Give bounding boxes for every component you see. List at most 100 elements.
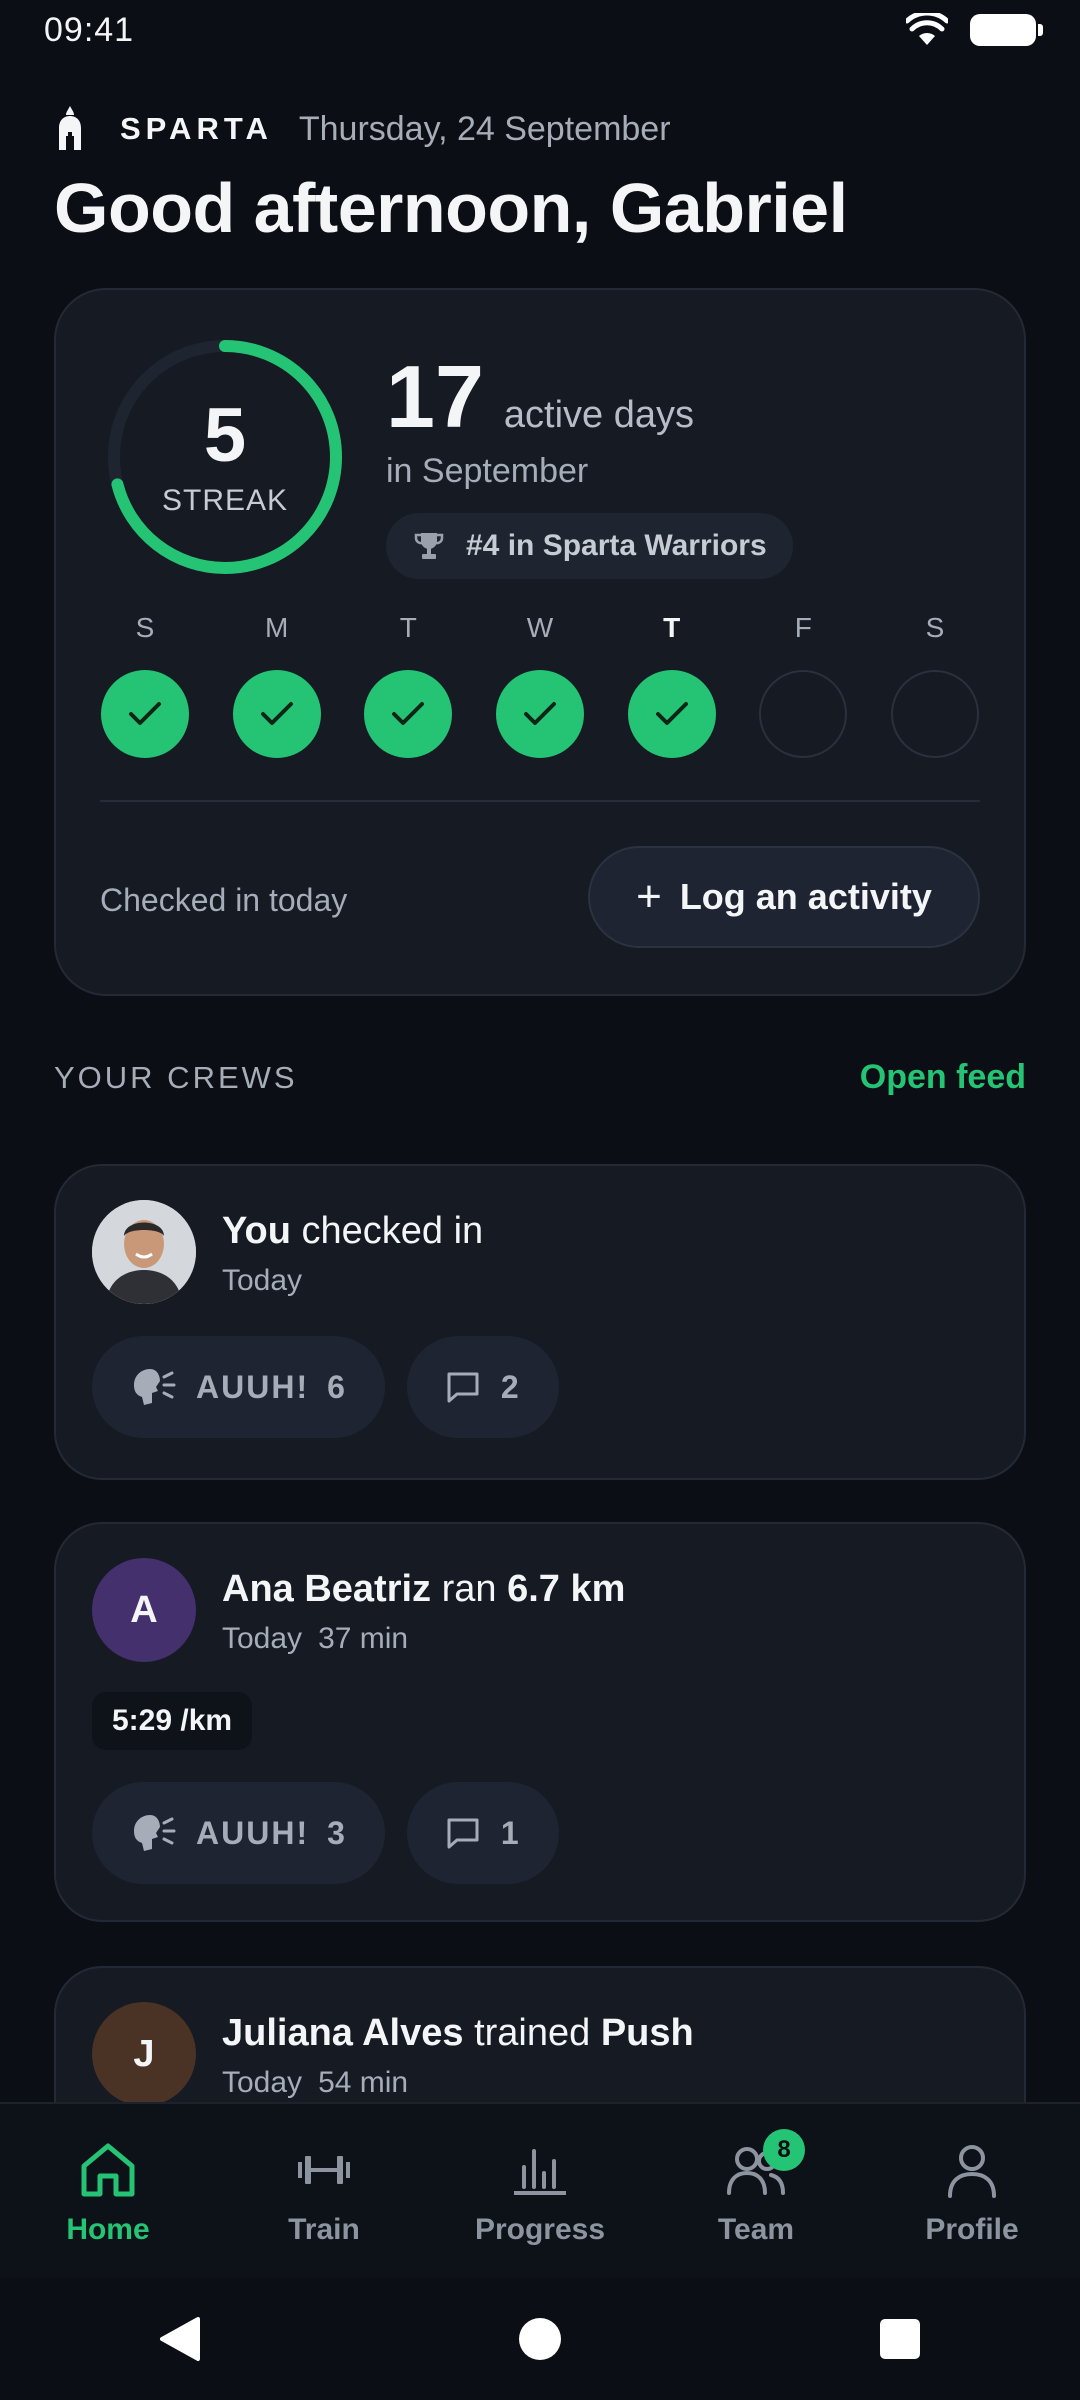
rank-text: #4 in Sparta Warriors	[466, 529, 767, 562]
greeting: Good afternoon, Gabriel	[54, 169, 848, 247]
feed-title: Juliana Alves trained Push	[222, 2012, 694, 2055]
comment-button[interactable]: 2	[406, 1336, 559, 1438]
week-day: W	[495, 612, 585, 758]
streak-ring: 5 STREAK	[100, 332, 350, 582]
week-day-letter: F	[794, 612, 812, 643]
dumbbell-icon	[298, 2156, 350, 2184]
feed-title: You checked in	[222, 1210, 483, 1253]
status-icons	[906, 13, 1043, 47]
week-day-letter: S	[135, 612, 155, 643]
feed-actions: AUUH! 6 2	[92, 1336, 559, 1438]
nav-profile-label: Profile	[925, 2213, 1019, 2246]
back-triangle-icon	[160, 2317, 200, 2361]
feed-activity: 6.7 km	[507, 1568, 626, 1610]
nav-progress-label: Progress	[474, 2213, 606, 2246]
header: SPARTA Thursday, 24 September Good after…	[54, 98, 1026, 248]
feed-user-name: You	[222, 1210, 291, 1252]
home-icon	[81, 2143, 135, 2197]
feed-title: Ana Beatriz ran 6.7 km	[222, 1568, 625, 1611]
bottom-nav: Home Train Progress 8 Team Profile	[0, 2102, 1080, 2278]
feed-meta: Today	[222, 1264, 302, 1298]
day-completed-indicator	[101, 670, 189, 758]
header-date: Thursday, 24 September	[298, 109, 671, 148]
nav-team[interactable]: 8 Team	[656, 2129, 856, 2247]
comment-count: 2	[500, 1368, 521, 1405]
auuh-button[interactable]: AUUH! 6	[92, 1336, 385, 1438]
avatar[interactable]: J	[92, 2002, 196, 2106]
day-empty-indicator	[759, 670, 848, 758]
nav-home-label: Home	[66, 2213, 150, 2246]
avatar[interactable]: A	[92, 1558, 196, 1662]
week-day: T	[627, 612, 717, 758]
week-tracker: SMTWTFS	[100, 612, 980, 758]
active-days-count: 17	[386, 347, 484, 446]
week-day: M	[232, 612, 322, 758]
trophy-icon	[414, 533, 444, 559]
bar-chart-icon	[514, 2149, 566, 2195]
nav-home[interactable]: Home	[8, 2135, 208, 2247]
crews-header: YOUR CREWS Open feed	[54, 1058, 1026, 1097]
day-completed-indicator	[364, 670, 453, 758]
battery-icon	[970, 14, 1043, 46]
nav-team-label: Team	[717, 2213, 795, 2246]
auuh-label: AUUH!	[196, 1814, 310, 1851]
nav-profile[interactable]: Profile	[872, 2135, 1072, 2247]
auuh-button[interactable]: AUUH! 3	[92, 1782, 385, 1884]
feed-activity: Push	[600, 2012, 694, 2054]
log-activity-label: Log an activity	[679, 876, 932, 917]
week-day-letter: T	[399, 612, 417, 643]
feed-time: Today	[222, 2066, 303, 2099]
auuh-count: 3	[327, 1814, 347, 1851]
streak-label: STREAK	[161, 484, 289, 517]
feed-duration: 54 min	[318, 2066, 409, 2099]
nav-progress[interactable]: Progress	[440, 2135, 640, 2247]
feed-card[interactable]: A Ana Beatriz ran 6.7 km Today 37 min 5:2…	[54, 1522, 1026, 1922]
system-recents-button[interactable]	[840, 2299, 960, 2379]
day-completed-indicator	[232, 670, 321, 758]
feed-meta: Today 54 min	[222, 2066, 408, 2100]
system-back-button[interactable]	[120, 2299, 240, 2379]
nav-train[interactable]: Train	[224, 2135, 424, 2247]
auuh-label: AUUH!	[196, 1368, 310, 1405]
home-circle-icon	[519, 2318, 561, 2360]
check-icon	[392, 702, 425, 725]
log-activity-button[interactable]: + Log an activity	[588, 846, 980, 948]
day-completed-indicator	[627, 670, 716, 758]
feed-user-name: Ana Beatriz	[222, 1568, 432, 1610]
feed-duration: 37 min	[318, 1622, 409, 1655]
feed-action: ran	[441, 1568, 497, 1610]
feed-card[interactable]: You checked in Today AUUH! 6 2	[54, 1164, 1026, 1480]
streak-card: 5 STREAK 17 active days in September #4 …	[54, 288, 1026, 996]
week-day-letter: S	[925, 612, 945, 643]
system-home-button[interactable]	[480, 2299, 600, 2379]
feed-user-name: Juliana Alves	[222, 2012, 464, 2054]
avatar[interactable]	[92, 1200, 196, 1304]
brand-name: SPARTA	[120, 111, 273, 146]
comment-button[interactable]: 1	[406, 1782, 559, 1884]
monthly-stats: 17 active days in September #4 in Sparta…	[386, 346, 793, 579]
week-day: F	[758, 612, 848, 758]
plus-icon: +	[636, 872, 662, 921]
check-icon	[129, 702, 161, 725]
crews-title: YOUR CREWS	[54, 1059, 298, 1095]
status-time: 09:41	[44, 10, 135, 49]
wifi-icon	[906, 13, 948, 45]
week-day-letter: T	[663, 612, 681, 643]
pace-chip: 5:29 /km	[92, 1692, 253, 1750]
spartan-helmet-icon	[59, 106, 81, 150]
spartan-shout-icon	[134, 1369, 176, 1405]
week-day: S	[890, 612, 980, 758]
week-day: S	[100, 612, 190, 758]
open-feed-link[interactable]: Open feed	[860, 1058, 1026, 1097]
rank-pill[interactable]: #4 in Sparta Warriors	[386, 513, 793, 579]
nav-train-label: Train	[288, 2213, 360, 2246]
comment-icon	[447, 1372, 479, 1403]
check-icon	[260, 702, 293, 725]
day-empty-indicator	[890, 670, 979, 758]
check-icon	[655, 702, 688, 725]
feed-time: Today	[222, 1264, 303, 1297]
status-bar: 09:41	[0, 0, 1080, 60]
feed-action: checked in	[301, 1210, 484, 1252]
comment-icon	[447, 1818, 479, 1849]
feed-meta: Today 37 min	[222, 1622, 408, 1656]
